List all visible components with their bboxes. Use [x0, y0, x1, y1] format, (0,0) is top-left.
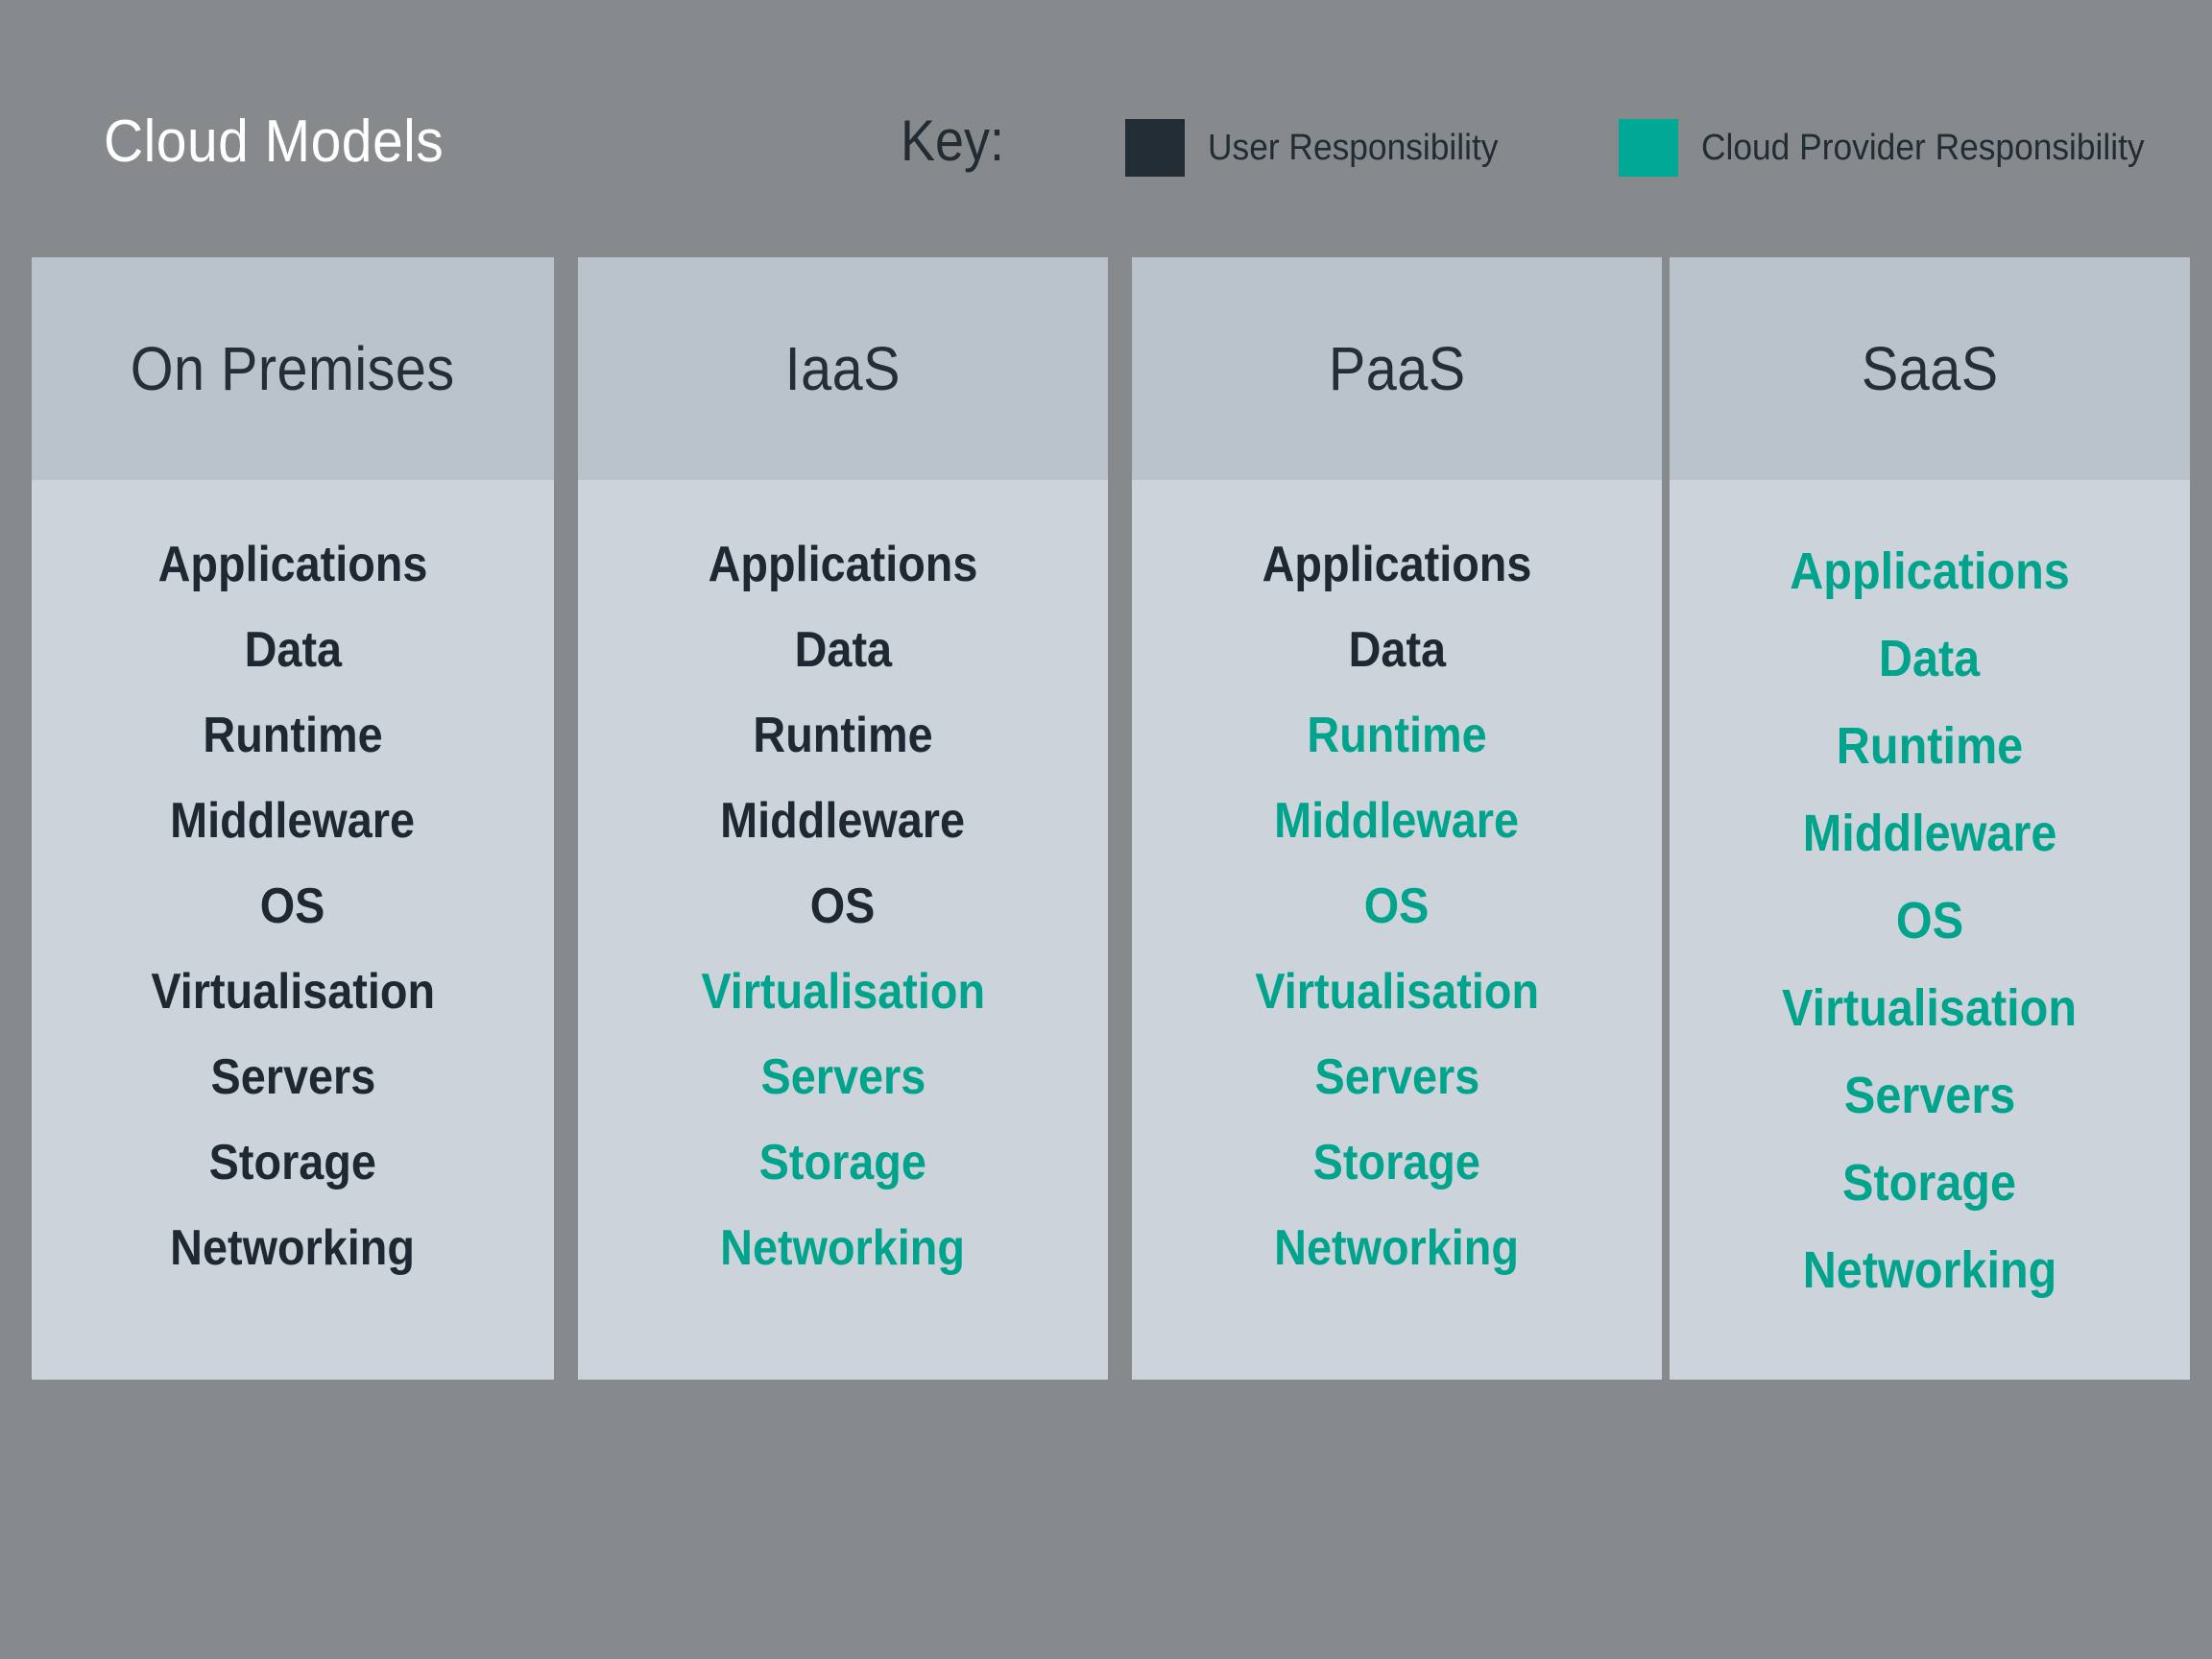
stack-item: Networking	[1802, 1241, 2057, 1299]
column-card-paas: PaaS Applications Data Runtime Middlewar…	[1132, 257, 1662, 1380]
column-title: PaaS	[1328, 334, 1466, 403]
stack-item: Middleware	[1802, 805, 2057, 862]
stack-item: Data	[794, 622, 892, 678]
stack-item: Runtime	[753, 708, 933, 763]
page-title: Cloud Models	[104, 108, 445, 175]
stack-item: Data	[1879, 630, 1981, 687]
column-stack-iaas: Applications Data Runtime Middleware OS …	[578, 480, 1108, 1291]
legend-label-user: User Responsibility	[1208, 128, 1499, 168]
stack-item: Runtime	[203, 708, 383, 763]
stack-item: Servers	[1314, 1049, 1479, 1105]
stack-item: OS	[1364, 878, 1430, 934]
stack-item: Storage	[208, 1135, 377, 1190]
legend-title: Key:	[901, 108, 1005, 173]
stack-item: Virtualisation	[701, 964, 985, 1020]
stack-item: Virtualisation	[1255, 964, 1539, 1020]
stack-item: Applications	[1790, 542, 2070, 600]
stack-item: Middleware	[170, 793, 416, 849]
legend-swatch-user-icon	[1125, 119, 1185, 177]
column-title: IaaS	[784, 334, 902, 403]
column-card-saas: SaaS Applications Data Runtime Middlewar…	[1670, 257, 2190, 1380]
stack-item: Data	[1348, 622, 1446, 678]
slide-header: Cloud Models Key: User Responsibility Cl…	[0, 0, 2212, 257]
column-card-on-premises: On Premises Applications Data Runtime Mi…	[32, 257, 554, 1380]
stack-item: Servers	[760, 1049, 926, 1105]
column-title: On Premises	[131, 334, 455, 403]
column-header-iaas: IaaS	[578, 257, 1108, 480]
stack-item: Applications	[1262, 537, 1532, 592]
stack-item: Networking	[720, 1220, 966, 1276]
column-header-on-premises: On Premises	[32, 257, 554, 480]
legend-item-provider-responsibility: Cloud Provider Responsibility	[1619, 119, 2177, 177]
legend-label-provider: Cloud Provider Responsibility	[1701, 128, 2145, 168]
stack-item: Applications	[157, 537, 428, 592]
stack-item: Runtime	[1307, 708, 1487, 763]
stack-item: OS	[1895, 892, 1964, 950]
stack-item: Servers	[1843, 1067, 2016, 1124]
stack-item: Virtualisation	[151, 964, 435, 1020]
stack-item: Networking	[170, 1220, 416, 1276]
column-stack-paas: Applications Data Runtime Middleware OS …	[1132, 480, 1662, 1291]
cloud-model-columns: On Premises Applications Data Runtime Mi…	[0, 257, 2212, 1380]
column-header-paas: PaaS	[1132, 257, 1662, 480]
stack-item: Storage	[1842, 1154, 2017, 1212]
stack-item: Middleware	[720, 793, 966, 849]
stack-item: Virtualisation	[1782, 979, 2078, 1037]
stack-item: Runtime	[1836, 717, 2024, 775]
column-stack-on-premises: Applications Data Runtime Middleware OS …	[32, 480, 554, 1291]
stack-item: Data	[244, 622, 342, 678]
stack-item: Networking	[1274, 1220, 1520, 1276]
stack-item: Applications	[708, 537, 978, 592]
stack-item: OS	[810, 878, 876, 934]
column-title: SaaS	[1861, 334, 1999, 403]
stack-item: Storage	[758, 1135, 927, 1190]
stack-item: Storage	[1312, 1135, 1481, 1190]
column-header-saas: SaaS	[1670, 257, 2190, 480]
stack-item: Middleware	[1274, 793, 1520, 849]
column-card-iaas: IaaS Applications Data Runtime Middlewar…	[578, 257, 1108, 1380]
column-stack-saas: Applications Data Runtime Middleware OS …	[1670, 480, 2190, 1314]
stack-item: OS	[260, 878, 325, 934]
legend-item-user-responsibility: User Responsibility	[1125, 119, 1520, 177]
legend-swatch-provider-icon	[1619, 119, 1678, 177]
stack-item: Servers	[210, 1049, 375, 1105]
